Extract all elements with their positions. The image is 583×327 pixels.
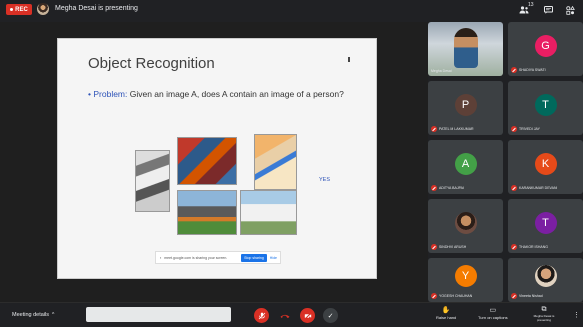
participant-name: Vineeta Nishad [519, 294, 543, 298]
share-indicator-icon: ▪ [160, 255, 162, 260]
participant-avatar: P [454, 94, 477, 117]
recording-badge: REC [6, 4, 32, 15]
participant-tile[interactable]: G SHADIYA SWATI [508, 22, 583, 76]
participant-avatar: T [534, 212, 557, 235]
participant-name: KARANKUMAR DEVANI [519, 186, 558, 190]
raise-hand-label: Raise hand [436, 315, 457, 320]
slide-image-trees [240, 190, 297, 235]
slide-cursor-mark [348, 57, 350, 62]
participant-avatar: K [534, 153, 557, 176]
mic-off-icon [431, 244, 437, 250]
participant-name: ADITYA BAJPAI [439, 186, 464, 190]
slide-image-football [177, 137, 237, 185]
chat-icon[interactable] [541, 4, 555, 16]
mic-off-icon [511, 293, 517, 299]
participant-tile[interactable]: T TRIVEDI JAY [508, 81, 583, 135]
participant-name: PATEL M LAKKUMAR [439, 127, 474, 131]
participant-name: SINDHVI ARUSH [439, 245, 467, 249]
hide-share-button[interactable]: Hide [270, 256, 280, 260]
top-bar: REC Megha Desai is presenting 13 [0, 0, 583, 22]
record-dot-icon [10, 8, 14, 11]
yes-label: YES [319, 177, 331, 183]
participant-grid: Megha Desai G SHADIYA SWATI P PATEL M LA… [428, 22, 583, 302]
captions-icon: ▭ [489, 307, 497, 314]
captions-button[interactable]: ▭ Turn on captions [478, 306, 508, 320]
chevron-up-icon: ^ [52, 312, 55, 318]
participant-name: Megha Desai [431, 69, 452, 73]
problem-text: Given an image A, does A contain an imag… [127, 89, 344, 99]
raise-hand-button[interactable]: ✋ Raise hand [436, 306, 456, 320]
slide-image-hug [135, 150, 170, 212]
shared-slide: Object Recognition • Problem: Given an i… [57, 38, 377, 279]
participant-avatar [454, 212, 477, 235]
participant-name: SHADIYA SWATI [519, 68, 546, 72]
participant-avatar: T [534, 94, 557, 117]
mic-off-icon [511, 126, 517, 132]
rec-label: REC [15, 6, 28, 13]
hand-icon: ✋ [441, 307, 451, 314]
share-message: meet.google.com is sharing your screen. [164, 255, 228, 260]
mic-off-icon [511, 67, 517, 73]
hang-up-button[interactable] [277, 308, 292, 323]
slide-image-riot [177, 190, 237, 235]
participant-avatar: G [534, 35, 557, 58]
participant-avatar: A [454, 153, 477, 176]
mic-off-icon [431, 126, 437, 132]
presentation-stage: Object Recognition • Problem: Given an i… [0, 22, 428, 302]
slide-title: Object Recognition [88, 55, 215, 72]
problem-label: Problem: [93, 89, 128, 99]
camera-toggle-button[interactable] [300, 308, 315, 323]
captions-label: Turn on captions [478, 315, 508, 320]
slide-image-diver [254, 134, 297, 190]
confirm-check-icon[interactable]: ✓ [323, 308, 338, 323]
meeting-details-label: Meeting details [12, 312, 49, 318]
participant-tile[interactable]: P PATEL M LAKKUMAR [428, 81, 503, 135]
mic-off-icon [511, 185, 517, 191]
participant-video [454, 28, 478, 68]
bullet-glyph: • [88, 89, 91, 99]
mic-off-icon [431, 185, 437, 191]
presenting-text: Megha Desai is presenting [55, 5, 138, 12]
present-icon: ⧉ [541, 306, 547, 313]
participant-avatar [534, 264, 557, 287]
more-options-icon[interactable]: ⋮ [573, 311, 580, 319]
participant-tile[interactable]: K KARANKUMAR DEVANI [508, 140, 583, 194]
participant-tile[interactable]: SINDHVI ARUSH [428, 199, 503, 253]
participant-tile[interactable]: T THAKOR ISHANG [508, 199, 583, 253]
mic-off-icon [511, 244, 517, 250]
screen-share-notice: ▪ meet.google.com is sharing your screen… [155, 251, 281, 264]
participant-name: YOGESH CHAUHAN [439, 294, 473, 298]
activities-icon[interactable] [563, 4, 577, 16]
stop-sharing-button[interactable]: Stop sharing [241, 253, 267, 262]
blurred-region [86, 307, 231, 322]
bottom-bar: Meeting details ^ ✓ ✋ Raise hand ▭ Turn o… [0, 302, 583, 327]
meeting-details-button[interactable]: Meeting details ^ [12, 312, 54, 318]
participant-tile[interactable]: Vineeta Nishad [508, 258, 583, 302]
participant-tile[interactable]: Y YOGESH CHAUHAN [428, 258, 503, 302]
mic-off-icon [431, 293, 437, 299]
present-now-button[interactable]: ⧉ Megha Desai is presenting [529, 306, 559, 322]
participant-name: TRIVEDI JAY [519, 127, 540, 131]
participant-count: 13 [528, 2, 534, 8]
presenting-label: Megha Desai is presenting [533, 314, 555, 322]
mic-toggle-button[interactable] [254, 308, 269, 323]
presenter-avatar [37, 3, 49, 15]
participant-avatar: Y [454, 264, 477, 287]
participant-tile[interactable]: A ADITYA BAJPAI [428, 140, 503, 194]
participant-name: THAKOR ISHANG [519, 245, 548, 249]
participant-tile[interactable]: Megha Desai [428, 22, 503, 76]
slide-bullet-point: • Problem: Given an image A, does A cont… [88, 89, 344, 99]
